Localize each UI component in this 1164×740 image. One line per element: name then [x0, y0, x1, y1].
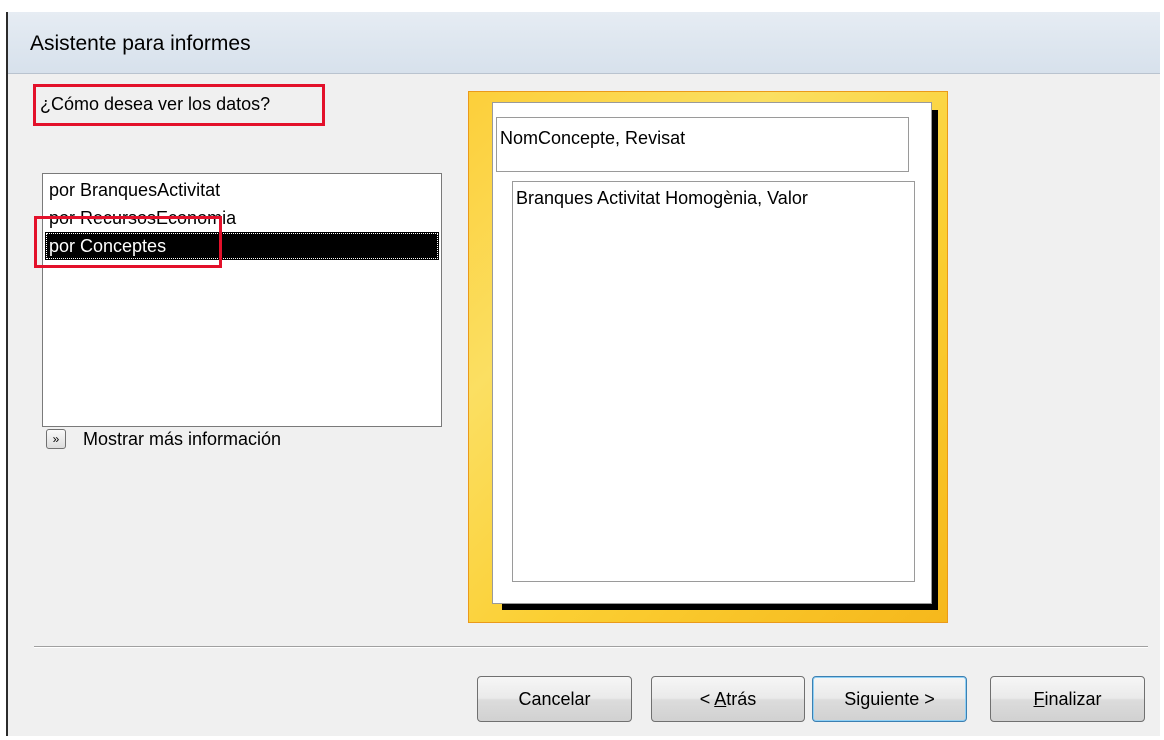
view-by-listbox[interactable]: por BranquesActivitat por RecursosEconom… [42, 173, 442, 427]
finish-button-label: Finalizar [1033, 688, 1102, 709]
question-label: ¿Cómo desea ver los datos? [40, 94, 271, 114]
button-separator [34, 646, 1148, 648]
more-info-label: Mostrar más información [83, 428, 282, 449]
double-chevron-down-icon[interactable]: » [46, 429, 66, 449]
finish-button[interactable]: Finalizar [990, 676, 1145, 722]
next-button[interactable]: Siguiente > [812, 676, 967, 722]
next-button-label: Siguiente > [844, 688, 935, 709]
preview-group-header-text: NomConcepte, Revisat [500, 128, 686, 148]
selected-item-highlight [34, 216, 222, 268]
back-button-label: < Atrás [699, 688, 757, 709]
cancel-button-label: Cancelar [518, 688, 591, 709]
back-button[interactable]: < Atrás [651, 676, 805, 722]
cancel-button[interactable]: Cancelar [477, 676, 632, 722]
dialog-title: Asistente para informes [30, 32, 251, 55]
preview-detail-section [512, 181, 915, 582]
more-info-toggle[interactable]: » Mostrar más información [46, 428, 281, 450]
list-item-branques-activitat[interactable]: por BranquesActivitat [45, 176, 439, 204]
title-bar: Asistente para informes [8, 12, 1160, 74]
preview-detail-text: Branques Activitat Homogènia, Valor [516, 188, 808, 208]
